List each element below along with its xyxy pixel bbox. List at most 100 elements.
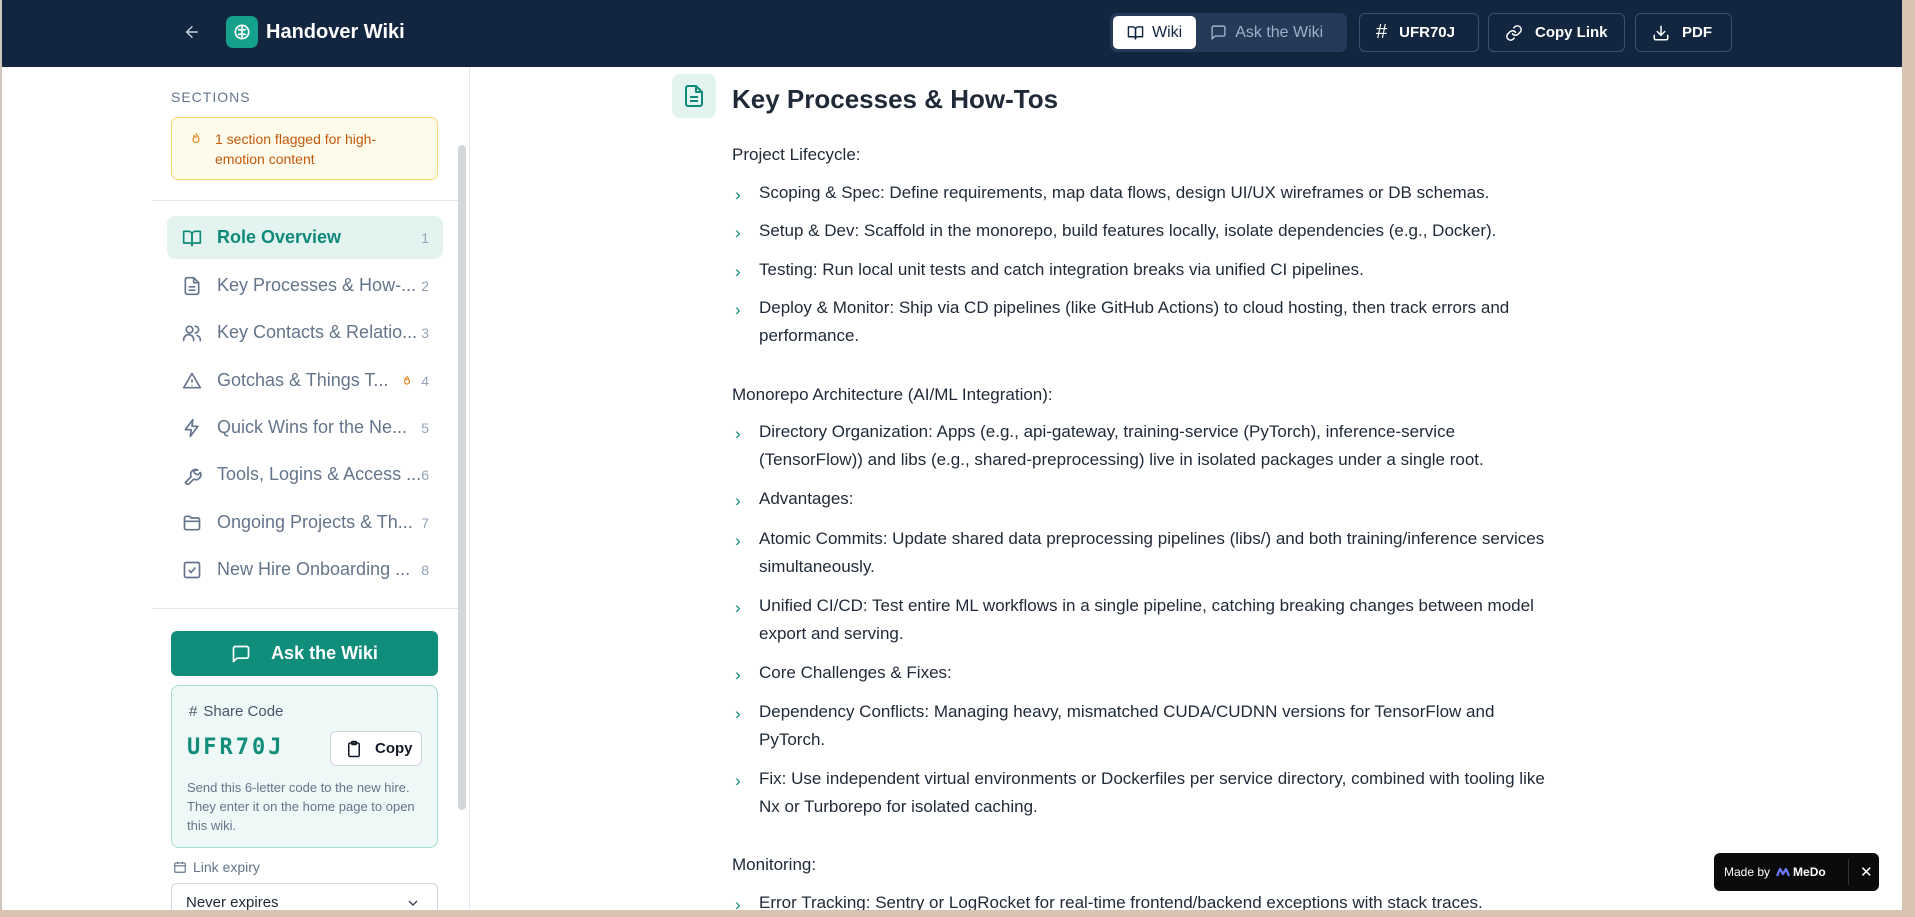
sidebar-item-number: 4 (421, 372, 429, 389)
list-item: › Dependency Conflicts: Managing heavy, m… (735, 702, 1495, 749)
chevron-right-icon: › (735, 895, 741, 910)
share-code-card: # Share Code UFR70J Copy Send this 6-let… (171, 685, 438, 848)
monitoring-heading: Monitoring: (732, 855, 817, 874)
link-expiry-text: Link expiry (193, 859, 260, 875)
sidebar-item-number: 1 (421, 229, 429, 246)
close-icon[interactable]: ✕ (1860, 863, 1873, 881)
list-item: › Advantages: (732, 485, 1562, 513)
share-code-title: Share Code (203, 703, 284, 720)
sidebar-item-label: Gotchas & Things T... (217, 370, 389, 390)
share-code-help: Send this 6-letter code to the new hire.… (187, 780, 415, 833)
main-content: Key Processes & How-Tos Project Lifecycl… (471, 67, 1902, 910)
clipboard-icon (348, 740, 360, 757)
lifecycle-heading: Project Lifecycle: (732, 145, 861, 164)
ask-wiki-label: Ask the Wiki (271, 643, 378, 663)
sidebar-item-onboarding[interactable]: New Hire Onboarding ... 8 (167, 548, 443, 591)
link-expiry-label: Link expiry (173, 859, 260, 875)
chevron-right-icon: › (735, 771, 741, 790)
sidebar-item-label: Key Contacts & Relatio... (217, 322, 418, 342)
pdf-download-button[interactable]: PDF (1635, 13, 1732, 52)
link-expiry-value: Never expires (186, 894, 279, 910)
list-item: › Core Challenges & Fixes: (732, 659, 1562, 687)
sidebar-item-label: New Hire Onboarding ... (217, 559, 411, 579)
share-code-value: UFR70J (187, 735, 285, 760)
view-switcher: Wiki Ask the Wiki (1110, 13, 1347, 52)
chat-icon (232, 645, 250, 662)
sidebar-item-label: Ongoing Projects & Th... (217, 512, 413, 532)
chat-icon (1211, 25, 1226, 40)
list-item: › Deploy & Monitor: Ship via CD pipelines… (735, 298, 1510, 345)
tab-ask-label: Ask the Wiki (1235, 23, 1324, 41)
chevron-right-icon: › (735, 598, 741, 617)
sidebar-item-ongoing-projects[interactable]: Ongoing Projects & Th... 7 (167, 501, 443, 544)
pdf-label: PDF (1682, 24, 1712, 41)
copy-code-button[interactable]: Copy (330, 731, 422, 766)
sidebar-item-label: Tools, Logins & Access ... (217, 464, 422, 484)
medo-brand-text: MeDo (1793, 865, 1826, 879)
document-icon (672, 74, 716, 118)
book-icon (181, 227, 203, 249)
tab-ask-wiki[interactable]: Ask the Wiki (1196, 16, 1337, 49)
flame-icon (189, 131, 203, 152)
chevron-right-icon: › (735, 704, 741, 723)
sidebar-divider (152, 200, 458, 201)
list-item: › Directory Organization: Apps (e.g., api… (735, 422, 1484, 469)
made-by-text: Made by (1724, 865, 1771, 879)
flag-notice-text: 1 section flagged for high-emotion conte… (215, 131, 377, 167)
share-code-heading: # Share Code (189, 703, 283, 720)
monorepo-heading: Monorepo Architecture (AI/ML Integration… (732, 385, 1053, 404)
sidebar-item-quick-wins[interactable]: Quick Wins for the Ne... 5 (167, 406, 443, 449)
sidebar-item-label: Quick Wins for the Ne... (217, 417, 408, 437)
chevron-right-icon: › (735, 262, 741, 281)
sidebar-item-tools[interactable]: Tools, Logins & Access ... 6 (167, 453, 443, 496)
list-item: › Unified CI/CD: Test entire ML workflows… (735, 596, 1534, 643)
medo-logo: MeDo (1776, 865, 1826, 879)
sidebar-item-key-contacts[interactable]: Key Contacts & Relatio... 3 (167, 311, 443, 354)
share-code-label: UFR70J (1399, 24, 1455, 41)
badge-divider (1848, 859, 1849, 885)
link-expiry-select[interactable]: Never expires (171, 883, 438, 910)
app-window: Handover Wiki Wiki Ask the Wiki # UFR70J… (0, 0, 1902, 910)
back-arrow-icon[interactable] (178, 18, 206, 46)
hash-icon: # (189, 703, 198, 720)
chevron-right-icon: › (735, 424, 741, 443)
made-by-badge[interactable]: Made by MeDo ✕ (1714, 853, 1879, 891)
copy-code-label: Copy (375, 740, 413, 757)
list-item: › Atomic Commits: Update shared data prep… (735, 529, 1545, 576)
sidebar-item-label: Key Processes & How-... (217, 275, 417, 295)
top-bar: Handover Wiki Wiki Ask the Wiki # UFR70J… (2, 0, 1902, 67)
sidebar-item-role-overview[interactable]: Role Overview 1 (167, 216, 443, 259)
sidebar-item-gotchas[interactable]: Gotchas & Things T... 4 (167, 359, 443, 402)
sidebar-item-number: 7 (421, 514, 429, 531)
sidebar-item-number: 2 (421, 277, 429, 294)
sidebar-item-number: 3 (421, 324, 429, 341)
link-icon (1506, 24, 1522, 41)
chevron-right-icon: › (735, 665, 741, 684)
sidebar-divider (152, 608, 458, 609)
list-item: › Setup & Dev: Scaffold in the monorepo, … (732, 217, 1562, 245)
brain-logo-icon (226, 16, 258, 48)
medo-logo-icon (1776, 867, 1791, 877)
sidebar-scrollbar[interactable] (458, 145, 466, 810)
copy-link-label: Copy Link (1535, 24, 1608, 41)
warning-icon (181, 370, 203, 392)
list-item: › Scoping & Spec: Define requirements, ma… (732, 179, 1562, 207)
sections-heading: SECTIONS (171, 89, 251, 105)
share-code-button[interactable]: # UFR70J (1359, 13, 1479, 52)
chevron-right-icon: › (735, 300, 741, 319)
tab-wiki[interactable]: Wiki (1113, 16, 1197, 49)
calendar-icon (174, 861, 186, 873)
list-item: › Testing: Run local unit tests and catch… (732, 256, 1562, 284)
copy-link-button[interactable]: Copy Link (1488, 13, 1625, 52)
lightning-icon (181, 417, 203, 439)
hash-icon: # (1376, 21, 1388, 43)
chevron-right-icon: › (735, 185, 741, 204)
section-title: Key Processes & How-Tos (732, 84, 1059, 114)
ask-wiki-button[interactable]: Ask the Wiki (171, 631, 438, 676)
flame-icon (401, 372, 413, 393)
sidebar-item-key-processes[interactable]: Key Processes & How-... 2 (167, 264, 443, 307)
list-item: › Fix: Use independent virtual environmen… (735, 769, 1545, 816)
sidebar-item-number: 6 (421, 466, 429, 483)
download-icon (1653, 25, 1669, 40)
wrench-icon (181, 464, 203, 486)
